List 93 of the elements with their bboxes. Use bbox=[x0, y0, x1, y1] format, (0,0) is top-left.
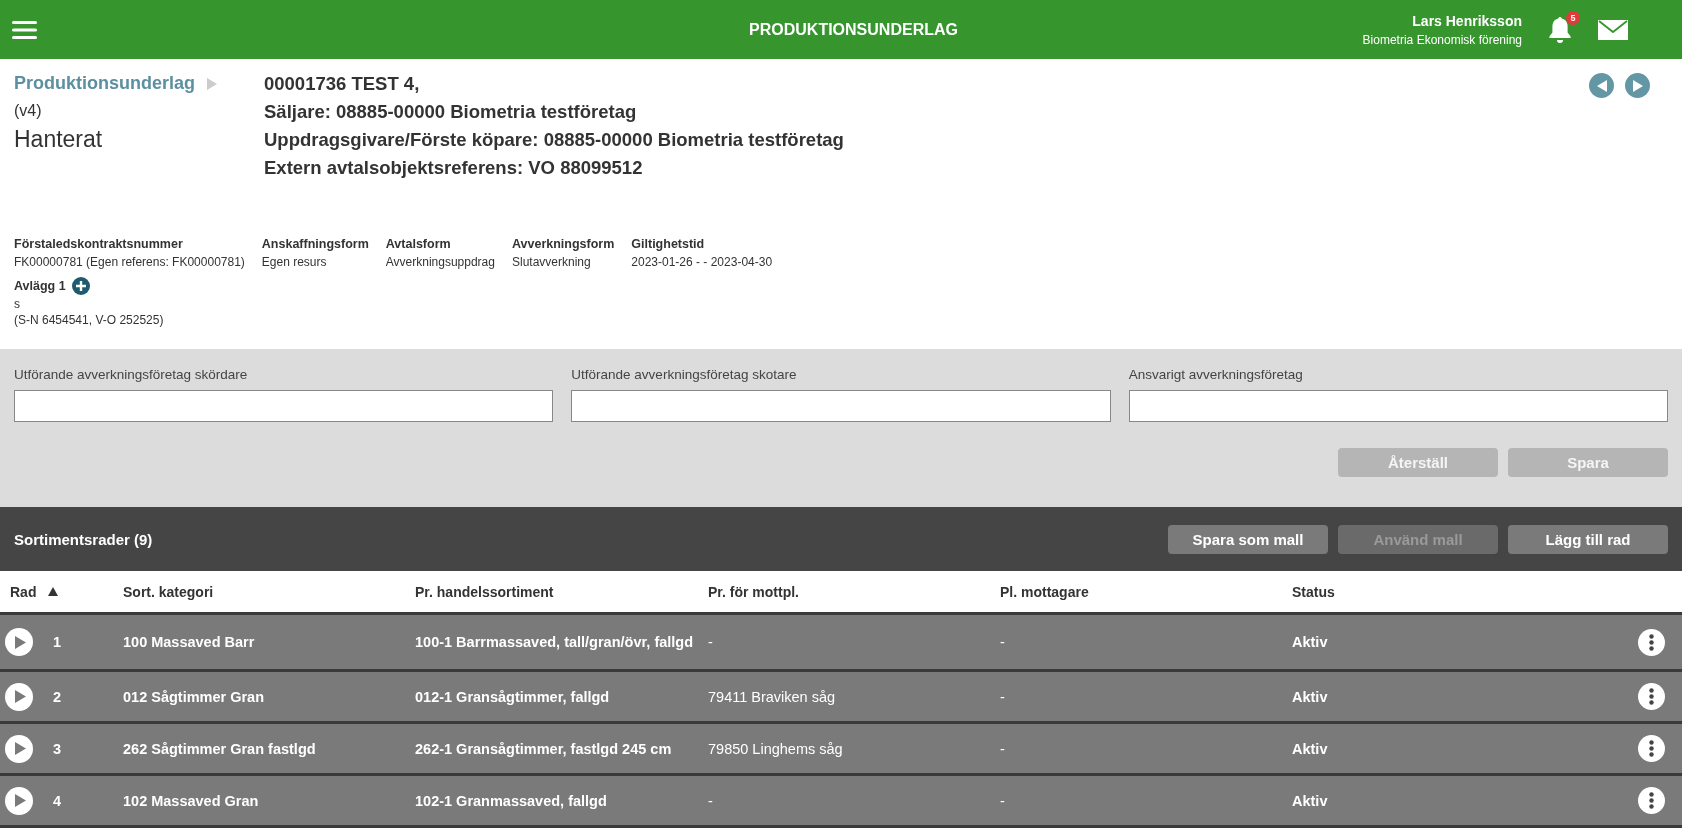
left-triangle-icon bbox=[1596, 79, 1607, 92]
sort-ascending-icon bbox=[48, 587, 59, 596]
expand-button[interactable] bbox=[5, 734, 33, 763]
detail-label: Avverkningsform bbox=[511, 237, 615, 251]
more-options-button[interactable] bbox=[1638, 683, 1665, 710]
title-line: Uppdragsgivare/Förste köpare: 08885-00000 Biometria testföretag bbox=[264, 129, 845, 151]
table-row[interactable]: 2 012 Sågtimmer Gran 012-1 Gransågtimmer, fallgd 79411 Braviken såg - Aktiv bbox=[0, 672, 1682, 724]
play-icon bbox=[15, 690, 26, 703]
column-header[interactable]: Rad bbox=[10, 583, 37, 600]
detail-label: Avtalsform bbox=[385, 237, 452, 251]
table-cell-text: 012 Sågtimmer Gran bbox=[123, 688, 266, 705]
input-field[interactable] bbox=[14, 390, 554, 422]
detail-value: Slutavverkning bbox=[511, 255, 592, 269]
more-icon bbox=[1649, 740, 1654, 757]
table-cell-text: 2 bbox=[53, 688, 63, 705]
status-label: Hanterat bbox=[14, 126, 104, 153]
notification-badge: 5 bbox=[1566, 10, 1580, 25]
input-field[interactable] bbox=[571, 390, 1111, 422]
table-cell-text: 79411 Braviken såg bbox=[708, 688, 837, 705]
table-row[interactable]: 3 262 Sågtimmer Gran fastlgd 262-1 Gransågtimmer, fastlgd 245 cm 79850 Linghems såg - Aktiv bbox=[0, 724, 1682, 776]
table-cell-text: - bbox=[1000, 634, 1006, 650]
column-header[interactable]: Status bbox=[1292, 583, 1638, 600]
column-header[interactable]: Pl. mottagare bbox=[1000, 583, 1292, 600]
table-cell-text: 262 Sågtimmer Gran fastlgd bbox=[123, 740, 317, 757]
table-cell-text: 79850 Linghems såg bbox=[708, 740, 844, 757]
landing-text: s bbox=[14, 297, 21, 311]
table-row[interactable]: 1 100 Massaved Barr 100-1 Barrmassaved, tall/gran/övr, fallgd - - Aktiv bbox=[0, 615, 1682, 672]
table-row[interactable]: 4 102 Massaved Gran 102-1 Granmassaved, fallgd - - Aktiv bbox=[0, 776, 1682, 828]
previous-button[interactable] bbox=[1589, 73, 1614, 98]
detail-label: Anskaffningsform bbox=[261, 237, 369, 251]
detail-value: Egen resurs bbox=[261, 255, 328, 269]
detail-value: FK00000781 (Egen referens: FK00000781) bbox=[14, 255, 245, 269]
more-options-button[interactable] bbox=[1638, 735, 1665, 762]
landing-label: Avlägg 1 bbox=[14, 279, 66, 293]
title-line: Extern avtalsobjektsreferens: VO 88099512 bbox=[264, 157, 644, 179]
column-header[interactable]: Pr. för mottpl. bbox=[708, 583, 1000, 600]
table-cell-text: Aktiv bbox=[1292, 792, 1329, 809]
table-cell-text: - bbox=[1000, 792, 1006, 809]
table-cell-text: - bbox=[708, 792, 714, 809]
column-header[interactable]: Pr. handelssortiment bbox=[415, 583, 708, 600]
field-label: Utförande avverkningsföretag skördare bbox=[14, 367, 249, 382]
more-icon bbox=[1649, 633, 1654, 651]
menu-icon[interactable] bbox=[12, 19, 37, 40]
table-cell-text: 102-1 Granmassaved, fallgd bbox=[415, 792, 608, 809]
detail-label: Förstaledskontraktsnummer bbox=[14, 237, 184, 251]
more-options-button[interactable] bbox=[1638, 628, 1665, 656]
table-cell-text: 100 Massaved Barr bbox=[123, 634, 256, 650]
table-cell-text: Aktiv bbox=[1292, 688, 1329, 705]
detail-label: Giltighetstid bbox=[631, 237, 706, 251]
field-label: Utförande avverkningsföretag skotare bbox=[571, 367, 798, 382]
breadcrumb-link[interactable]: Produktionsunderlag bbox=[14, 73, 195, 94]
more-icon bbox=[1649, 792, 1654, 809]
landing-text: (S-N 6454541, V-O 252525) bbox=[14, 313, 165, 327]
chevron-icon bbox=[207, 77, 217, 90]
bell-icon[interactable] bbox=[1548, 15, 1572, 44]
table-cell-text: Aktiv bbox=[1292, 740, 1329, 757]
section-button[interactable]: Spara som mall bbox=[1168, 524, 1328, 554]
next-button[interactable] bbox=[1625, 73, 1650, 98]
version-label: (v4) bbox=[14, 102, 43, 120]
title-line: 00001736 TEST 4, bbox=[264, 73, 421, 95]
table-cell-text: 1 bbox=[53, 634, 63, 650]
table-cell-text: - bbox=[1000, 740, 1006, 757]
detail-value: 2023-01-26 - - 2023-04-30 bbox=[631, 255, 773, 269]
right-triangle-icon bbox=[1632, 79, 1643, 92]
more-icon bbox=[1649, 688, 1654, 705]
table-cell-text: 4 bbox=[53, 792, 63, 809]
user-name: Lars Henriksson bbox=[1412, 12, 1522, 29]
table-cell-text: 100-1 Barrmassaved, tall/gran/övr, fallgd bbox=[415, 634, 695, 650]
column-header[interactable]: Sort. kategori bbox=[123, 583, 415, 600]
expand-button[interactable] bbox=[5, 628, 33, 656]
page-title: PRODUKTIONSUNDERLAG bbox=[749, 20, 958, 39]
section-title: Sortimentsrader (9) bbox=[14, 530, 154, 548]
expand-button[interactable] bbox=[5, 682, 33, 711]
table-cell-text: - bbox=[1000, 688, 1006, 705]
expand-button[interactable] bbox=[5, 786, 33, 815]
table-cell-text: Aktiv bbox=[1292, 634, 1329, 650]
input-field[interactable] bbox=[1128, 390, 1668, 422]
detail-value: Avverkningsuppdrag bbox=[385, 255, 495, 269]
table-cell-text: 012-1 Gransågtimmer, fallgd bbox=[415, 688, 611, 705]
mail-icon[interactable] bbox=[1598, 19, 1628, 40]
table-cell-text: - bbox=[708, 634, 714, 650]
title-line: Säljare: 08885-00000 Biometria testföretag bbox=[264, 101, 638, 123]
table-cell-text: 102 Massaved Gran bbox=[123, 792, 260, 809]
play-icon bbox=[15, 635, 26, 649]
field-label: Ansvarigt avverkningsföretag bbox=[1128, 367, 1304, 382]
table-cell-text: 3 bbox=[53, 740, 63, 757]
add-icon[interactable] bbox=[71, 277, 90, 295]
section-button[interactable]: Lägg till rad bbox=[1508, 524, 1668, 554]
organization-name: Biometria Ekonomisk förening bbox=[1362, 32, 1522, 47]
play-icon bbox=[15, 742, 26, 755]
table-cell-text: 262-1 Gransågtimmer, fastlgd 245 cm bbox=[415, 740, 673, 757]
more-options-button[interactable] bbox=[1638, 787, 1665, 814]
play-icon bbox=[15, 794, 26, 807]
